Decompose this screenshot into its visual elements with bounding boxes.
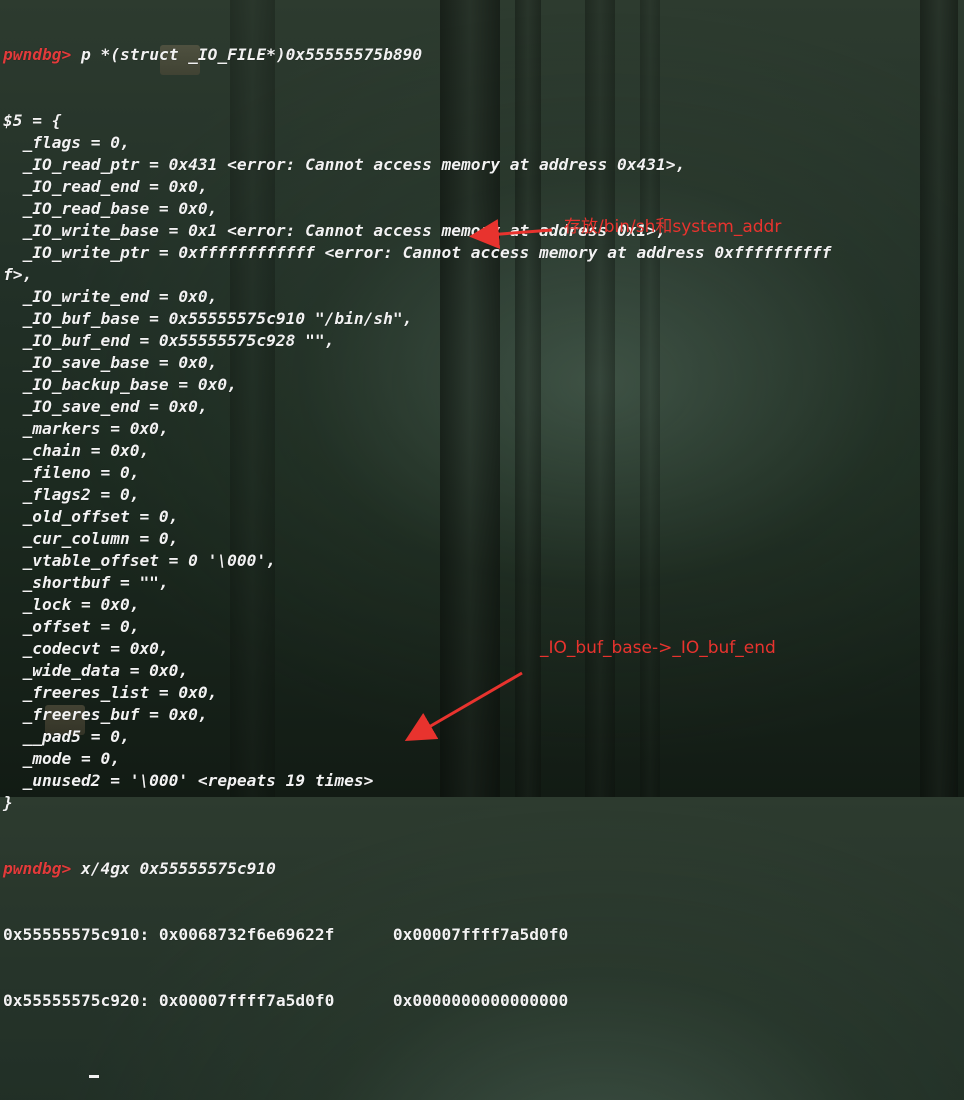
input-line[interactable] bbox=[3, 1056, 961, 1078]
arrow-to-buf-base bbox=[469, 219, 553, 250]
command-line-2: pwndbg> x/4gx 0x55555575c910 bbox=[3, 858, 961, 880]
examine-command: x/4gx 0x55555575c910 bbox=[71, 859, 276, 878]
memory-dump-row: 0x55555575c920: 0x00007ffff7a5d0f0 0x000… bbox=[3, 991, 569, 1010]
text-cursor bbox=[89, 1075, 99, 1078]
pwndbg-prompt: pwndbg> bbox=[3, 859, 72, 878]
memory-dump-row: 0x55555575c910: 0x0068732f6e69622f 0x000… bbox=[3, 925, 569, 944]
arrow-to-memory-dump bbox=[404, 671, 523, 742]
annotation-arrows bbox=[404, 219, 553, 742]
